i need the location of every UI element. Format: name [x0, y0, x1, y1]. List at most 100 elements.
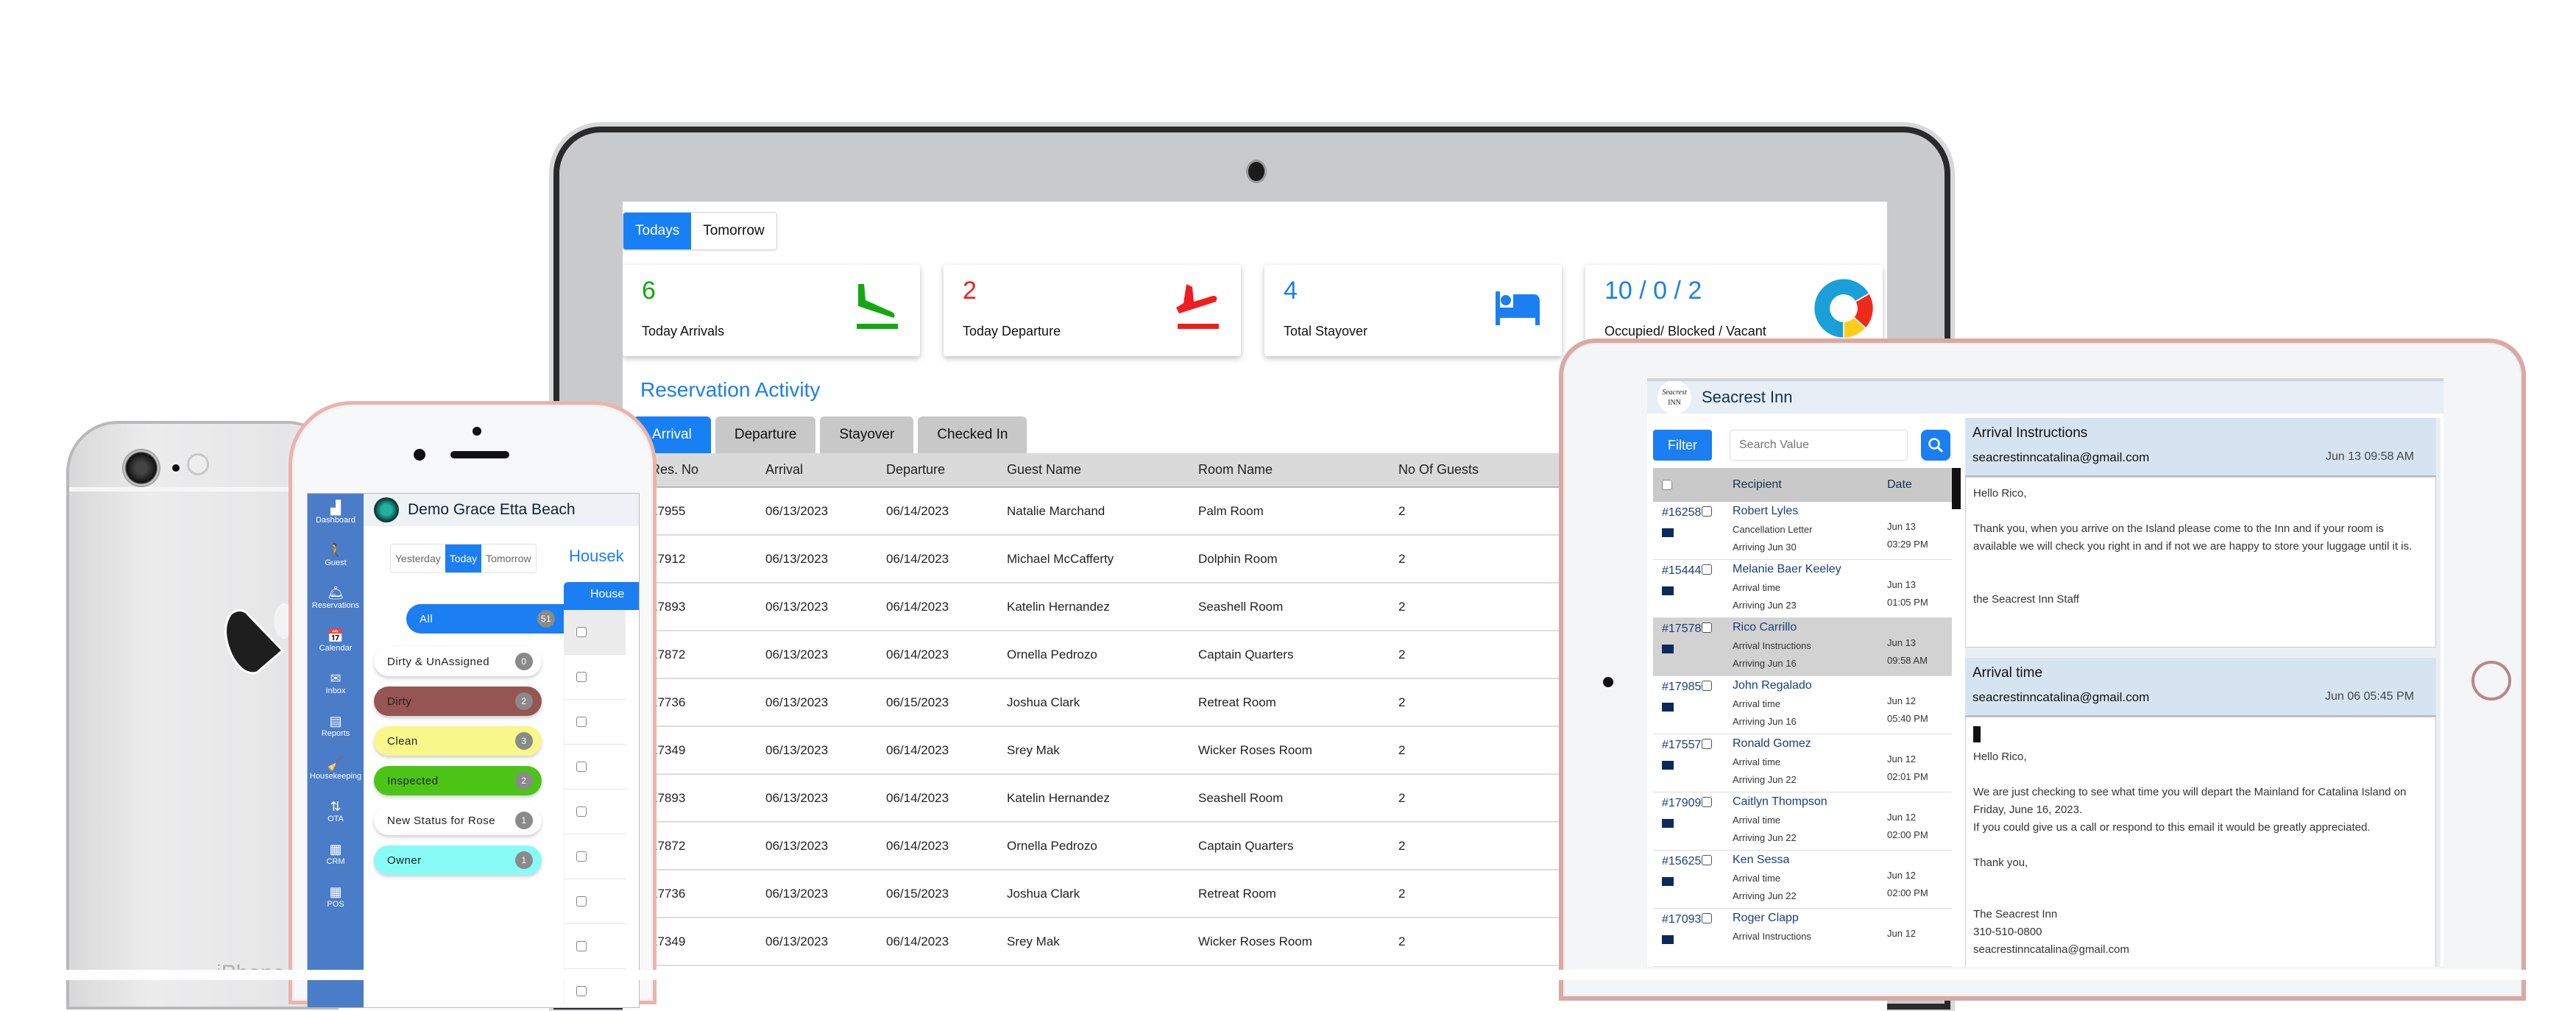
- table-cell: 06/14/2023: [886, 583, 1007, 631]
- search-button[interactable]: [1921, 430, 1950, 461]
- home-button[interactable]: [2471, 661, 2511, 700]
- sidebar-item-reports[interactable]: ▤ Reports: [308, 707, 364, 750]
- room-checkbox[interactable]: [576, 851, 587, 862]
- table-row[interactable]: 17955 06/13/2023 06/14/2023 Natalie Marchan…: [633, 487, 1565, 536]
- message-list-item[interactable]: #16258 Robert Lyles Cancellation Letter Arr…: [1653, 502, 1952, 560]
- table-row[interactable]: 17736 06/13/2023 06/15/2023 Joshua Clark Ret…: [633, 870, 1565, 918]
- message-checkbox[interactable]: [1702, 797, 1712, 807]
- column-header[interactable]: Arrival: [765, 453, 886, 488]
- table-cell: Palm Room: [1198, 487, 1398, 536]
- message-checkbox[interactable]: [1702, 739, 1712, 749]
- table-cell: Ornella Pedrozo: [1007, 822, 1198, 870]
- table-row[interactable]: 17349 06/13/2023 06/14/2023 Srey Mak Wicker …: [633, 918, 1565, 966]
- room-row: [565, 879, 626, 924]
- message-checkbox[interactable]: [1702, 681, 1712, 691]
- table-row[interactable]: 17872 06/13/2023 06/14/2023 Ornella Pedrozo…: [633, 631, 1565, 679]
- email-closing: Thank you,: [1973, 856, 2028, 869]
- room-checkbox[interactable]: [576, 941, 587, 951]
- status-filter-dirty-unassigned[interactable]: Dirty & UnAssigned 0: [374, 647, 542, 676]
- email-datetime: Jun 06 05:45 PM: [2325, 690, 2414, 703]
- message-list-item[interactable]: #17985 John Regalado Arrival time Arriving …: [1653, 676, 1952, 734]
- sidebar-item-calendar[interactable]: 📅 Calendar: [308, 622, 364, 664]
- sidebar-item-guest[interactable]: 🚶 Guest: [308, 536, 364, 579]
- reservation-id-link[interactable]: #15625: [1662, 855, 1701, 868]
- message-checkbox[interactable]: [1702, 913, 1712, 923]
- reservation-id-link[interactable]: #15444: [1662, 564, 1701, 578]
- room-checkbox[interactable]: [576, 806, 587, 817]
- tab-departure[interactable]: Departure: [715, 416, 816, 453]
- room-checkbox[interactable]: [576, 717, 587, 727]
- logo-text-bottom: INN: [1668, 399, 1681, 407]
- room-checkbox[interactable]: [576, 986, 587, 996]
- table-row[interactable]: 17736 06/13/2023 06/15/2023 Joshua Clark Ret…: [633, 678, 1565, 727]
- room-checkbox[interactable]: [576, 762, 587, 772]
- status-count-badge: 51: [537, 610, 555, 628]
- message-checkbox[interactable]: [1702, 622, 1712, 633]
- sidebar-item-crm[interactable]: ▦ CRM: [308, 835, 364, 878]
- select-all-checkbox[interactable]: [1662, 480, 1672, 490]
- yesterday-button[interactable]: Yesterday: [391, 544, 445, 572]
- sidebar-item-ota[interactable]: ⇅ OTA: [308, 792, 364, 835]
- room-checkbox[interactable]: [576, 896, 587, 907]
- status-label: All: [420, 612, 434, 625]
- table-cell: Srey Mak: [1007, 918, 1198, 966]
- reservation-id-link[interactable]: #17909: [1662, 797, 1701, 810]
- sidebar-item-pos[interactable]: ▦ POS: [308, 878, 364, 920]
- stat-card-departures[interactable]: 2 Today Departure: [944, 265, 1241, 356]
- message-checkbox[interactable]: [1702, 506, 1712, 517]
- list-scrollbar[interactable]: [1952, 468, 1961, 509]
- search-input[interactable]: [1730, 430, 1908, 461]
- message-day: Jun 12: [1887, 812, 1917, 823]
- room-checkbox[interactable]: [576, 672, 587, 682]
- stat-card-arrivals[interactable]: 6 Today Arrivals: [623, 265, 920, 356]
- table-row[interactable]: 17893 06/13/2023 06/14/2023 Katelin Hernand…: [633, 583, 1565, 631]
- stat-label: Total Stayover: [1284, 324, 1368, 338]
- reservation-id-link[interactable]: #17093: [1662, 913, 1701, 926]
- tomorrow-button[interactable]: Tomorrow: [691, 213, 776, 249]
- column-header[interactable]: No Of Guests: [1398, 453, 1565, 488]
- sidebar-item-dashboard[interactable]: ▟ Dashboard: [308, 494, 364, 536]
- message-subject: Cancellation Letter: [1733, 524, 1813, 535]
- table-row[interactable]: 17349 06/13/2023 06/14/2023 Srey Mak Wicker …: [633, 726, 1565, 775]
- status-filter-dirty[interactable]: Dirty 2: [374, 687, 542, 716]
- bottom-edge: [0, 970, 2576, 980]
- todays-button[interactable]: Todays: [623, 213, 692, 249]
- table-row[interactable]: 17872 06/13/2023 06/14/2023 Ornella Pedrozo…: [633, 822, 1565, 870]
- message-list-item[interactable]: #17909 Caitlyn Thompson Arrival time Arrivi…: [1653, 792, 1952, 851]
- message-list-item[interactable]: #15625 Ken Sessa Arrival time Arriving Jun …: [1653, 851, 1952, 909]
- message-checkbox[interactable]: [1702, 564, 1712, 575]
- message-list-item[interactable]: #15444 Melanie Baer Keeley Arrival time Arr…: [1653, 560, 1952, 618]
- reservation-id-link[interactable]: #17578: [1662, 622, 1701, 636]
- reservation-table: Res. No Arrival Departure Guest Name Room Na…: [633, 453, 1565, 966]
- sidebar-item-housekeeping[interactable]: 🧹 Housekeeping: [308, 750, 364, 792]
- sidebar-item-reservations[interactable]: 🛎 Reservations: [308, 579, 364, 622]
- message-checkbox[interactable]: [1702, 855, 1712, 865]
- status-filter-owner[interactable]: Owner 1: [374, 845, 542, 875]
- tab-stayover[interactable]: Stayover: [820, 416, 914, 453]
- status-filter-new-status-for-rose[interactable]: New Status for Rose 1: [374, 806, 542, 835]
- column-header[interactable]: Departure: [886, 453, 1007, 488]
- room-checkbox[interactable]: [576, 627, 587, 637]
- status-filter-all[interactable]: All 51: [406, 604, 564, 634]
- table-row[interactable]: 17893 06/13/2023 06/14/2023 Katelin Hernand…: [633, 774, 1565, 823]
- message-list-item[interactable]: #17093 Roger Clapp Arrival Instructions Jun…: [1653, 909, 1952, 967]
- today-button[interactable]: Today: [445, 544, 482, 572]
- sidebar-item-label: Inbox: [325, 687, 346, 695]
- table-cell: 06/13/2023: [765, 631, 886, 679]
- status-filter-clean[interactable]: Clean 3: [374, 726, 542, 756]
- stat-card-stayover[interactable]: 4 Total Stayover: [1264, 265, 1562, 356]
- message-list-item[interactable]: #17557 Ronald Gomez Arrival time Arriving J…: [1653, 734, 1952, 792]
- reservation-id-link[interactable]: #17985: [1662, 681, 1701, 694]
- reservation-id-link[interactable]: #17557: [1662, 739, 1701, 752]
- column-header[interactable]: Room Name: [1198, 453, 1398, 488]
- message-list-item[interactable]: #17578 Rico Carrillo Arrival Instructions A…: [1653, 618, 1952, 676]
- reservation-id-link[interactable]: #16258: [1662, 506, 1701, 519]
- table-cell: 06/13/2023: [765, 535, 886, 583]
- table-row[interactable]: 17912 06/13/2023 06/14/2023 Michael McCaffe…: [633, 535, 1565, 583]
- sidebar-item-inbox[interactable]: ✉ Inbox: [308, 664, 364, 707]
- status-filter-inspected[interactable]: Inspected 2: [374, 766, 542, 795]
- tab-checked-in[interactable]: Checked In: [918, 416, 1027, 453]
- filter-button[interactable]: Filter: [1653, 430, 1712, 461]
- tomorrow-button[interactable]: Tomorrow: [481, 544, 535, 572]
- column-header[interactable]: Guest Name: [1007, 453, 1198, 488]
